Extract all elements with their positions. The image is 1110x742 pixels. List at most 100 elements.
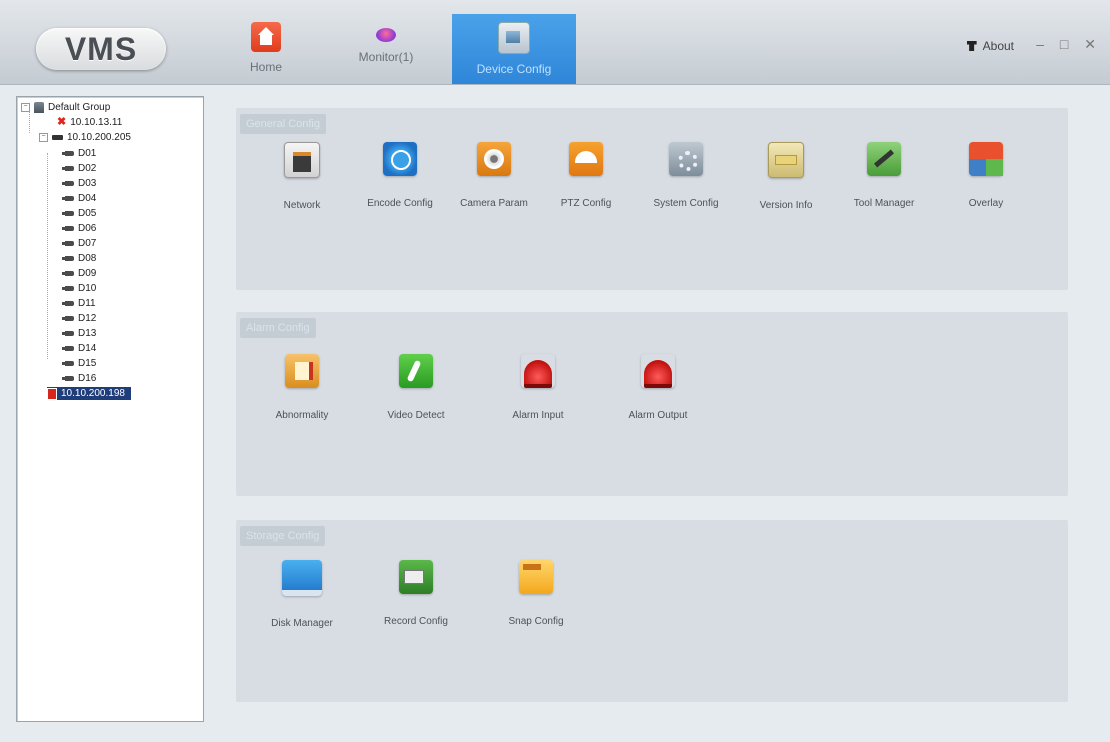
tree-channel-node[interactable]: D05 <box>62 207 97 220</box>
tree-channel-node[interactable]: D10 <box>62 282 97 295</box>
channel-label: D02 <box>78 163 97 174</box>
channel-label: D11 <box>78 298 96 309</box>
motion-icon <box>399 354 433 388</box>
camera-icon <box>62 181 74 186</box>
tree-channel-node[interactable]: D11 <box>62 297 96 310</box>
tree-channel-node[interactable]: D09 <box>62 267 97 280</box>
alarm-input-item[interactable]: Alarm Input <box>492 354 584 421</box>
camera-icon <box>62 226 74 231</box>
tree-channel-node[interactable]: D14 <box>62 342 97 355</box>
tab-label: Device Config <box>476 62 552 76</box>
tree-channel-node[interactable]: D03 <box>62 177 97 190</box>
monitor-icon <box>376 28 396 42</box>
tree-device-node[interactable]: ✖ 10.10.13.11 <box>57 116 122 129</box>
about-button[interactable]: About <box>966 39 1014 53</box>
ptz-config-item[interactable]: PTZ Config <box>540 142 632 209</box>
tree-channel-node[interactable]: D16 <box>62 372 97 385</box>
tree-channel-node[interactable]: D12 <box>62 312 97 325</box>
snap-config-item[interactable]: Snap Config <box>490 560 582 627</box>
tree-channel-node[interactable]: D01 <box>62 147 97 160</box>
system-config-item[interactable]: System Config <box>640 142 732 209</box>
channel-label: D01 <box>78 148 97 159</box>
tree-channel-node[interactable]: D07 <box>62 237 97 250</box>
network-item[interactable]: Network <box>256 142 348 211</box>
device-ip: 10.10.200.198 <box>61 388 125 399</box>
channel-label: D06 <box>78 223 97 234</box>
item-label: Alarm Input <box>512 410 564 421</box>
camera-icon <box>62 361 74 366</box>
encode-config-item[interactable]: Encode Config <box>354 142 446 209</box>
device-ip: 10.10.200.205 <box>67 132 131 143</box>
tree-group-node[interactable]: − Default Group <box>21 101 110 114</box>
alarm-config-panel: Alarm Config Abnormality Video Detect Al… <box>236 312 1068 496</box>
channel-label: D14 <box>78 343 97 354</box>
general-config-panel: General Config Network Encode Config Cam… <box>236 108 1068 290</box>
top-bar: VMS Home Monitor(1) Device Config About … <box>0 0 1110 85</box>
tree-channel-node[interactable]: D08 <box>62 252 97 265</box>
version-info-item[interactable]: Version Info <box>740 142 832 211</box>
channel-label: D07 <box>78 238 97 249</box>
item-label: Encode Config <box>367 198 433 209</box>
tab-monitor[interactable]: Monitor(1) <box>330 14 442 84</box>
panel-title: Storage Config <box>240 526 326 546</box>
video-detect-item[interactable]: Video Detect <box>370 354 462 421</box>
offline-icon: ✖ <box>57 116 67 128</box>
tree-channel-node[interactable]: D13 <box>62 327 97 340</box>
channel-label: D10 <box>78 283 97 294</box>
collapse-icon[interactable]: − <box>39 133 48 142</box>
item-label: Tool Manager <box>853 198 915 209</box>
record-config-item[interactable]: Record Config <box>370 560 462 627</box>
encode-icon <box>383 142 417 176</box>
overlay-icon <box>969 142 1003 176</box>
tab-home[interactable]: Home <box>210 14 322 84</box>
channel-label: D08 <box>78 253 97 264</box>
collapse-icon[interactable]: − <box>21 103 30 112</box>
item-label: Version Info <box>759 200 813 211</box>
item-label: Video Detect <box>387 410 445 421</box>
tree-channel-node[interactable]: D02 <box>62 162 97 175</box>
channel-label: D03 <box>78 178 97 189</box>
camera-icon <box>62 301 74 306</box>
disk-manager-item[interactable]: Disk Manager <box>256 560 348 629</box>
camera-icon <box>62 376 74 381</box>
group-label: Default Group <box>48 102 111 113</box>
channel-label: D05 <box>78 208 97 219</box>
app-logo: VMS <box>36 28 166 70</box>
item-label: Network <box>283 200 321 211</box>
alarm-output-item[interactable]: Alarm Output <box>612 354 704 421</box>
tree-channel-node[interactable]: D06 <box>62 222 97 235</box>
disk-icon <box>282 560 322 596</box>
camera-icon <box>62 331 74 336</box>
gear-icon <box>669 142 703 176</box>
camera-icon <box>62 271 74 276</box>
device-ip: 10.10.13.11 <box>70 117 123 128</box>
channel-label: D13 <box>78 328 97 339</box>
camera-param-item[interactable]: Camera Param <box>448 142 540 209</box>
channel-label: D15 <box>78 358 97 369</box>
device-tree[interactable]: − Default Group ✖ 10.10.13.11 − 10.10.20… <box>16 96 204 722</box>
window-controls[interactable]: – □ ✕ <box>1036 36 1102 53</box>
tree-channel-node[interactable]: D04 <box>62 192 96 205</box>
alarm-light-icon <box>641 354 675 388</box>
channel-label: D16 <box>78 373 97 384</box>
item-label: System Config <box>653 198 719 209</box>
device-icon <box>52 135 63 140</box>
tree-device-node[interactable]: − 10.10.200.205 <box>39 131 131 144</box>
overlay-item[interactable]: Overlay <box>940 142 1032 209</box>
abnormality-item[interactable]: Abnormality <box>256 354 348 421</box>
panel-title: Alarm Config <box>240 318 316 338</box>
version-icon <box>768 142 804 178</box>
storage-config-panel: Storage Config Disk Manager Record Confi… <box>236 520 1068 702</box>
item-label: Disk Manager <box>271 618 333 629</box>
camera-icon <box>62 346 74 351</box>
tab-device-config[interactable]: Device Config <box>452 14 576 84</box>
tool-manager-item[interactable]: Tool Manager <box>838 142 930 209</box>
about-icon <box>966 41 977 51</box>
channel-label: D12 <box>78 313 97 324</box>
tree-channel-node[interactable]: D15 <box>62 357 97 370</box>
tree-device-node-selected[interactable]: 10.10.200.198 <box>47 387 131 400</box>
item-label: PTZ Config <box>560 198 612 209</box>
channel-label: D09 <box>78 268 97 279</box>
about-label: About <box>982 39 1014 53</box>
camera-icon <box>62 286 74 291</box>
